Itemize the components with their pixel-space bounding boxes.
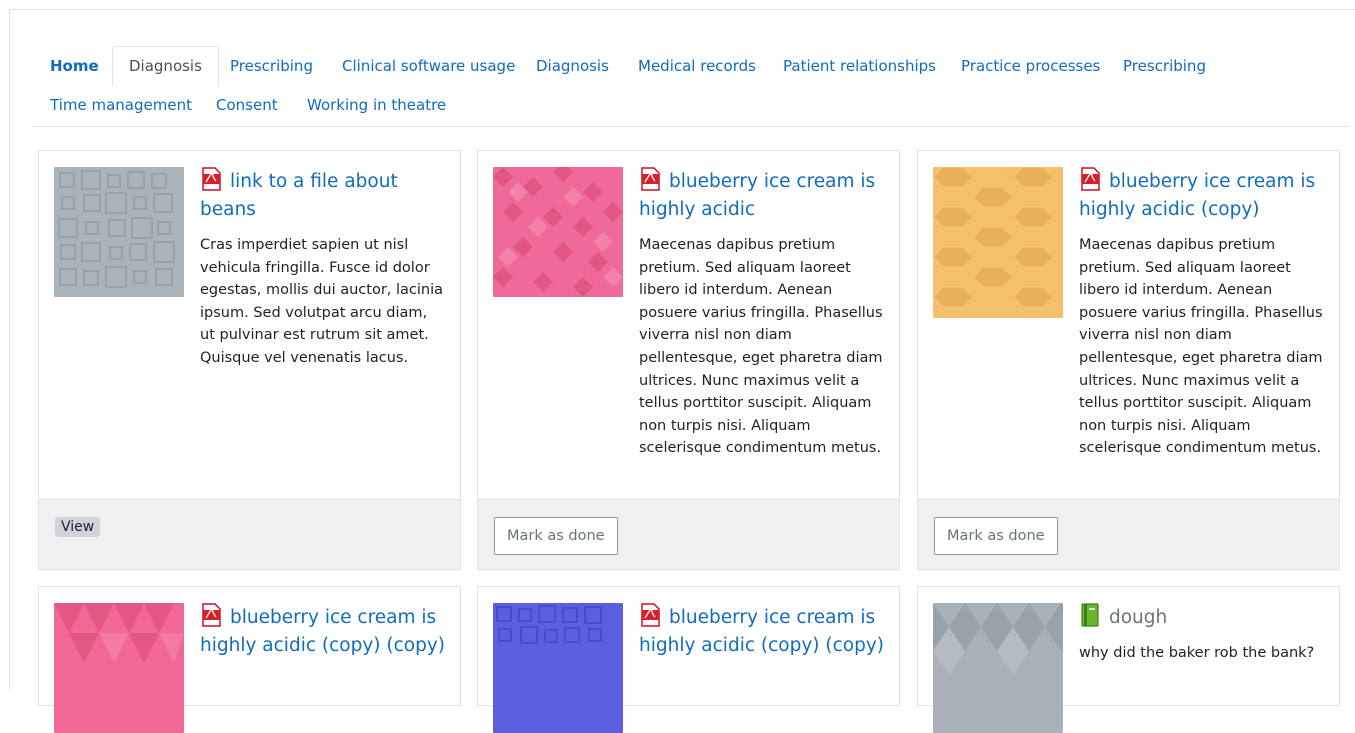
- card-title-link[interactable]: blueberry ice cream is highly acidic: [639, 167, 884, 224]
- tab-medical-records[interactable]: Medical records: [638, 46, 756, 86]
- book-icon: [1081, 603, 1099, 627]
- tab-diagnosis-active[interactable]: Diagnosis: [112, 46, 219, 86]
- view-button[interactable]: View: [55, 517, 101, 537]
- card-title: link to a file about beans: [200, 171, 398, 220]
- tab-diagnosis[interactable]: Diagnosis: [536, 46, 609, 86]
- tab-practice-processes[interactable]: Practice processes: [961, 46, 1100, 86]
- card-title-link[interactable]: blueberry ice cream is highly acidic (co…: [1079, 167, 1324, 224]
- pdf-icon: [641, 603, 660, 627]
- card-title-link[interactable]: blueberry ice cream is highly acidic (co…: [639, 603, 884, 660]
- activity-card: blueberry ice cream is highly acidic (co…: [477, 586, 900, 733]
- pdf-icon: [202, 167, 221, 191]
- pdf-icon: [1081, 167, 1100, 191]
- course-tabs: Home Diagnosis Prescribing Clinical soft…: [33, 46, 1348, 127]
- tab-prescribing[interactable]: Prescribing: [230, 46, 313, 86]
- pattern-thumbnail: [493, 167, 623, 297]
- pattern-thumbnail: [54, 167, 184, 297]
- card-description: Maecenas dapibus pretium pretium. Sed al…: [1079, 237, 1323, 457]
- card-footer: Mark as done: [478, 499, 899, 569]
- pattern-thumbnail: [493, 603, 623, 733]
- pattern-thumbnail: [933, 167, 1063, 318]
- activity-card: blueberry ice cream is highly acidic (co…: [38, 586, 461, 733]
- mark-as-done-button[interactable]: Mark as done: [494, 517, 618, 555]
- card-title: blueberry ice cream is highly acidic (co…: [200, 607, 445, 656]
- card-footer: View: [39, 499, 460, 569]
- activity-card: link to a file about beans Cras imperdie…: [38, 150, 461, 570]
- activity-card: blueberry ice cream is highly acidic (co…: [917, 150, 1340, 570]
- mark-as-done-button[interactable]: Mark as done: [934, 517, 1058, 555]
- card-title: dough: [1109, 607, 1168, 628]
- tab-working-in-theatre[interactable]: Working in theatre: [307, 85, 446, 125]
- card-description: why did the baker rob the bank?: [1079, 645, 1315, 661]
- tab-consent[interactable]: Consent: [216, 85, 278, 125]
- card-title-link[interactable]: link to a file about beans: [200, 167, 445, 224]
- tab-time-management[interactable]: Time management: [50, 85, 192, 125]
- card-title-link[interactable]: dough: [1079, 603, 1324, 632]
- tab-clinical-software-usage[interactable]: Clinical software usage: [342, 46, 515, 86]
- pattern-thumbnail: [54, 603, 184, 733]
- tab-patient-relationships[interactable]: Patient relationships: [783, 46, 936, 86]
- pdf-icon: [641, 167, 660, 191]
- tab-prescribing-2[interactable]: Prescribing: [1123, 46, 1206, 86]
- activity-card: dough why did the baker rob the bank?: [917, 586, 1340, 733]
- pattern-thumbnail: [933, 603, 1063, 733]
- card-description: Maecenas dapibus pretium pretium. Sed al…: [639, 237, 883, 457]
- card-title: blueberry ice cream is highly acidic (co…: [1079, 171, 1316, 220]
- card-description: Cras imperdiet sapien ut nisl vehicula f…: [200, 237, 444, 366]
- card-title: blueberry ice cream is highly acidic (co…: [639, 607, 884, 656]
- card-title-link[interactable]: blueberry ice cream is highly acidic (co…: [200, 603, 445, 660]
- pdf-icon: [202, 603, 221, 627]
- tab-home[interactable]: Home: [50, 46, 99, 86]
- card-title: blueberry ice cream is highly acidic: [639, 171, 876, 220]
- card-footer: Mark as done: [918, 499, 1339, 569]
- activity-card: blueberry ice cream is highly acidic Mae…: [477, 150, 900, 570]
